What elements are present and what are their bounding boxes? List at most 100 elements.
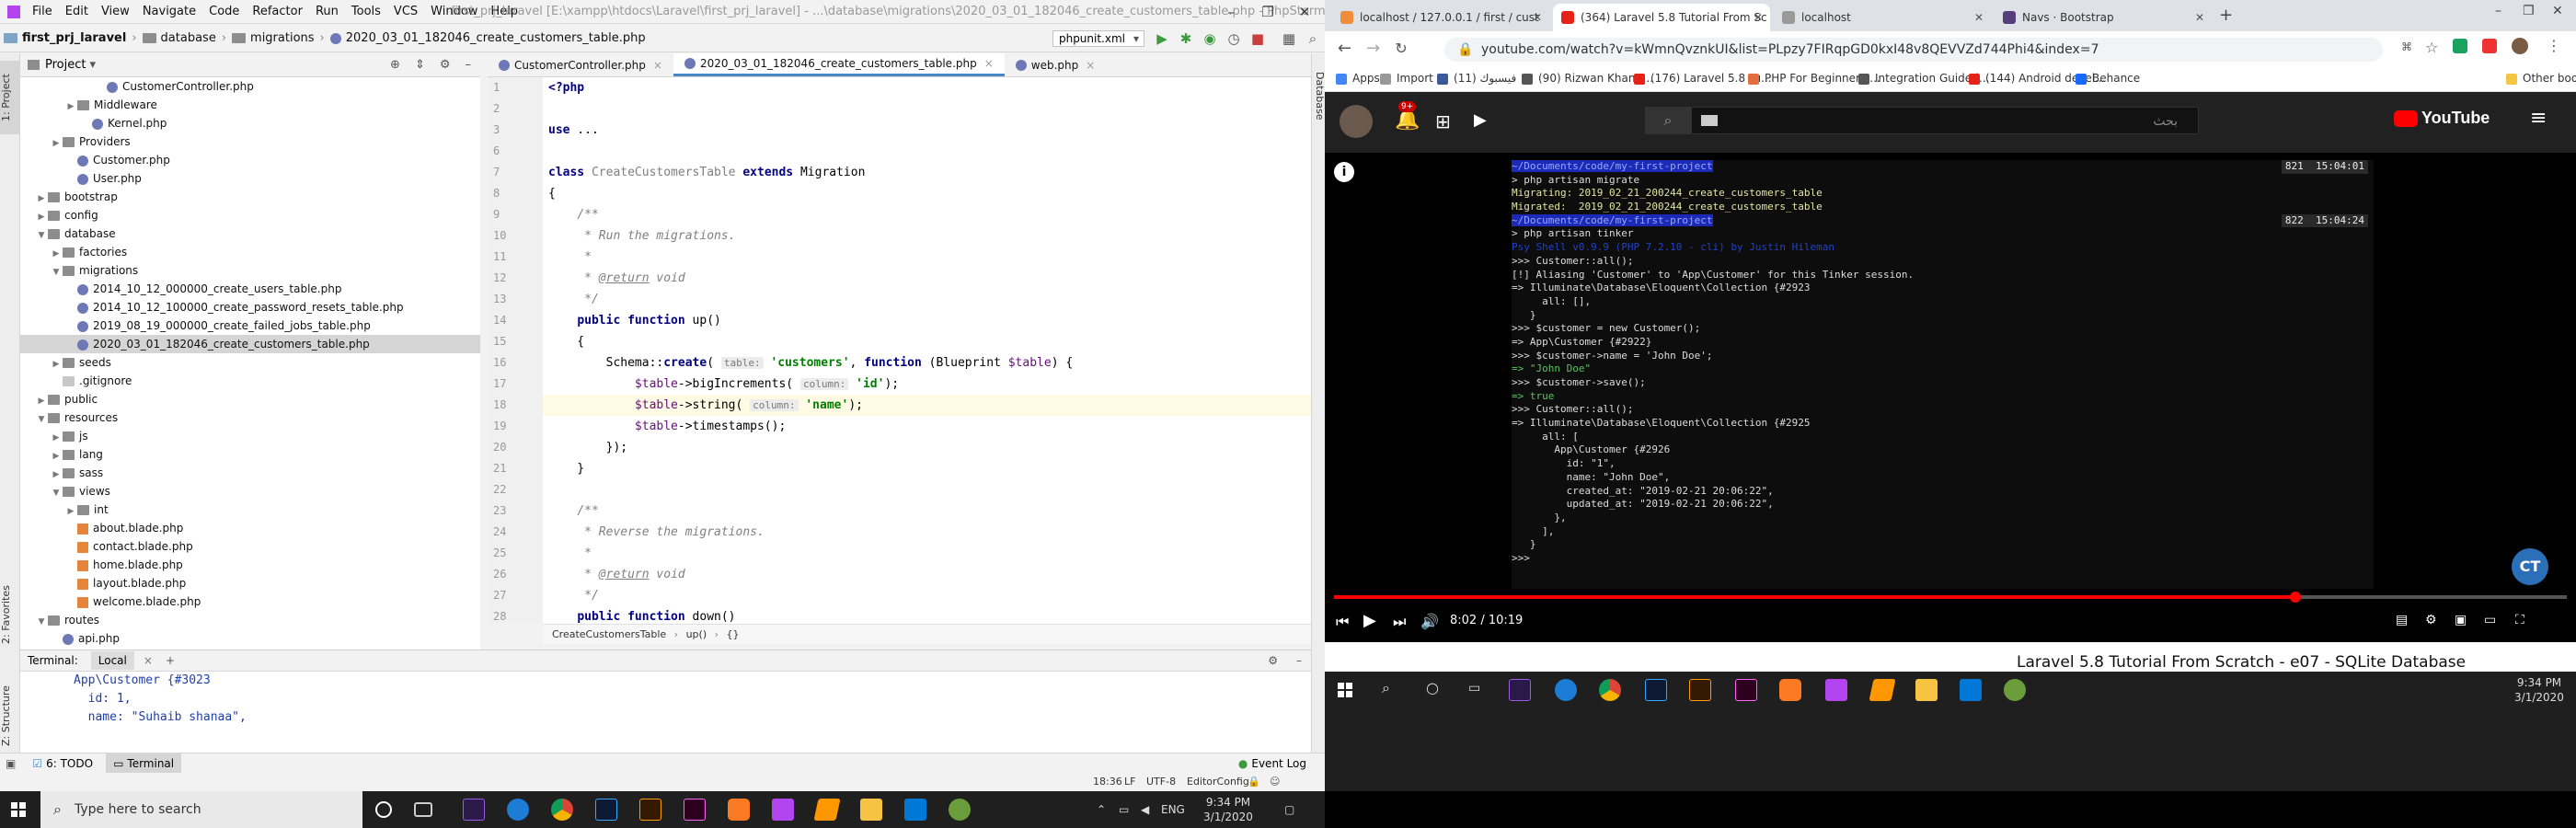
tree-item[interactable]: ▼ routes bbox=[20, 611, 480, 629]
close-tab-icon[interactable]: ✕ bbox=[1974, 4, 1984, 31]
code-line[interactable]: } bbox=[543, 458, 1311, 479]
run-icon[interactable]: ▶ bbox=[1152, 29, 1172, 49]
tree-item[interactable]: Kernel.php bbox=[20, 114, 480, 132]
keyboard-icon[interactable] bbox=[1701, 115, 1718, 126]
back-icon[interactable]: ← bbox=[1338, 39, 1351, 58]
reload-icon[interactable]: ↻ bbox=[1395, 40, 1407, 57]
bookmark-item[interactable]: فيسبوك (11) bbox=[1437, 64, 1516, 92]
close-icon[interactable]: ✕ bbox=[1286, 0, 1323, 24]
chevron-right-icon[interactable]: ▶ bbox=[35, 392, 48, 410]
volume-icon[interactable]: 🔊 bbox=[1420, 613, 1439, 630]
gear-icon[interactable]: ⚙ bbox=[1268, 654, 1278, 667]
tree-item[interactable]: ▶ Middleware bbox=[20, 96, 480, 114]
code-line[interactable]: public function up() bbox=[543, 310, 1311, 331]
cortana-icon[interactable]: ○ bbox=[1426, 681, 1439, 696]
xampp-icon[interactable] bbox=[728, 799, 750, 821]
code-line[interactable]: * Reverse the migrations. bbox=[543, 522, 1311, 543]
chevron-down-icon[interactable]: ▼ bbox=[35, 410, 48, 429]
cortana-icon[interactable] bbox=[375, 801, 392, 818]
tree-item[interactable]: 2019_08_19_000000_create_failed_jobs_tab… bbox=[20, 316, 480, 335]
line-ending[interactable]: LF bbox=[1124, 773, 1135, 791]
menu-tools[interactable]: Tools bbox=[345, 0, 387, 24]
event-log-button[interactable]: ● Event Log bbox=[1238, 757, 1306, 770]
structure-tool-tab[interactable]: Z: Structure bbox=[0, 670, 20, 762]
more-icon[interactable]: ⋮ bbox=[2547, 37, 2561, 54]
chevron-down-icon[interactable]: ▼ bbox=[50, 484, 63, 502]
crumb-method[interactable]: up() bbox=[686, 628, 707, 640]
menu-vcs[interactable]: VCS bbox=[387, 0, 424, 24]
video-player[interactable]: i ~/Documents/code/my-first-project 821 1… bbox=[1325, 153, 2576, 642]
search-everywhere-icon[interactable]: ⌕ bbox=[1303, 29, 1323, 49]
info-icon[interactable]: i bbox=[1334, 162, 1354, 182]
tree-item[interactable]: ▼ views bbox=[20, 482, 480, 500]
premiere-icon[interactable] bbox=[1509, 679, 1531, 701]
settings-icon[interactable]: ⚙ bbox=[2425, 613, 2437, 627]
task-view-icon[interactable]: ▭ bbox=[1468, 681, 1480, 696]
chrome-icon[interactable] bbox=[1599, 679, 1621, 701]
code-line[interactable]: { bbox=[543, 183, 1311, 204]
bookmark-star-icon[interactable]: ☆ bbox=[2425, 39, 2438, 56]
menu-run[interactable]: Run bbox=[309, 0, 345, 24]
photoshop-icon[interactable] bbox=[1645, 679, 1667, 701]
crumb-class[interactable]: CreateCustomersTable bbox=[552, 628, 666, 640]
tree-item[interactable]: ▼ migrations bbox=[20, 261, 480, 280]
crumb-block[interactable]: {} bbox=[727, 628, 740, 640]
close-tab-icon[interactable]: × bbox=[984, 52, 994, 75]
language-indicator[interactable]: ENG bbox=[1161, 802, 1185, 817]
layout-icon[interactable]: ▣ bbox=[6, 757, 16, 770]
hamburger-menu-icon[interactable]: ≡ bbox=[2530, 107, 2547, 130]
chevron-down-icon[interactable]: ▼ bbox=[35, 226, 48, 245]
debug-icon[interactable]: ✱ bbox=[1176, 29, 1196, 49]
code-line[interactable]: */ bbox=[543, 289, 1311, 310]
sublime-icon[interactable] bbox=[813, 799, 841, 821]
structure-icon[interactable]: ▦ bbox=[1279, 29, 1299, 49]
chevron-right-icon[interactable]: ▶ bbox=[50, 447, 63, 466]
sublime-icon[interactable] bbox=[1869, 679, 1896, 701]
photoshop-icon[interactable] bbox=[595, 799, 617, 821]
task-view-icon[interactable] bbox=[414, 802, 432, 817]
file-explorer-icon[interactable] bbox=[1915, 679, 1938, 701]
profile-avatar[interactable] bbox=[2512, 38, 2528, 54]
tree-item[interactable]: User.php bbox=[20, 169, 480, 188]
tree-item[interactable]: ▶ config bbox=[20, 206, 480, 224]
tree-item[interactable]: contact.blade.php bbox=[20, 537, 480, 556]
taskbar-search[interactable]: ⌕ Type here to search bbox=[40, 791, 362, 828]
code-line[interactable]: $table->timestamps(); bbox=[543, 416, 1311, 437]
favorites-tool-tab[interactable]: 2: Favorites bbox=[0, 569, 20, 661]
youtube-search-input[interactable]: بحث bbox=[1691, 107, 2199, 134]
project-tool-tab[interactable]: 1: Project bbox=[0, 61, 20, 134]
code-line[interactable]: * Run the migrations. bbox=[543, 225, 1311, 247]
code-line[interactable]: */ bbox=[543, 585, 1311, 606]
breadcrumb-file[interactable]: 2020_03_01_182046_create_customers_table… bbox=[327, 31, 650, 45]
tree-item[interactable]: 2014_10_12_000000_create_users_table.php bbox=[20, 280, 480, 298]
chevron-right-icon[interactable]: ▶ bbox=[64, 98, 77, 116]
browser-tab-localhost[interactable]: localhost ✕ bbox=[1774, 4, 1991, 31]
breadcrumb-migrations[interactable]: migrations bbox=[228, 31, 318, 45]
chevron-down-icon[interactable]: ▼ bbox=[35, 613, 48, 631]
edge-icon[interactable] bbox=[507, 799, 529, 821]
chevron-right-icon[interactable]: ▶ bbox=[50, 466, 63, 484]
chrome-icon[interactable] bbox=[551, 799, 573, 821]
maximize-icon[interactable]: ❐ bbox=[1249, 0, 1286, 24]
tree-item[interactable]: ▶ Providers bbox=[20, 132, 480, 151]
maximize-icon[interactable]: ❐ bbox=[2523, 4, 2535, 18]
tree-item[interactable]: ▼ resources bbox=[20, 408, 480, 427]
database-tool-tab[interactable]: Database bbox=[1312, 72, 1325, 121]
youtube-logo[interactable]: YouTube bbox=[2394, 109, 2490, 128]
video-progress-bar[interactable] bbox=[1334, 592, 2567, 603]
chevron-right-icon[interactable]: ▶ bbox=[35, 208, 48, 226]
tree-item[interactable]: ▶ lang bbox=[20, 445, 480, 464]
tree-item[interactable]: CustomerController.php bbox=[20, 77, 480, 96]
file-encoding[interactable]: UTF-8 bbox=[1146, 773, 1176, 791]
editor-tab[interactable]: CustomerController.php × bbox=[488, 53, 673, 76]
new-terminal-icon[interactable]: + bbox=[166, 654, 175, 667]
code-line[interactable]: * bbox=[543, 247, 1311, 268]
tree-item[interactable]: ▶ factories bbox=[20, 243, 480, 261]
file-explorer-icon[interactable] bbox=[860, 799, 882, 821]
previous-icon[interactable]: ⏮ bbox=[1336, 613, 1349, 631]
code-line[interactable]: class CreateCustomersTable extends Migra… bbox=[543, 162, 1311, 183]
gear-icon[interactable]: ⚙ bbox=[440, 58, 451, 72]
menu-view[interactable]: View bbox=[95, 0, 136, 24]
tree-item[interactable]: Customer.php bbox=[20, 151, 480, 169]
menu-code[interactable]: Code bbox=[202, 0, 246, 24]
